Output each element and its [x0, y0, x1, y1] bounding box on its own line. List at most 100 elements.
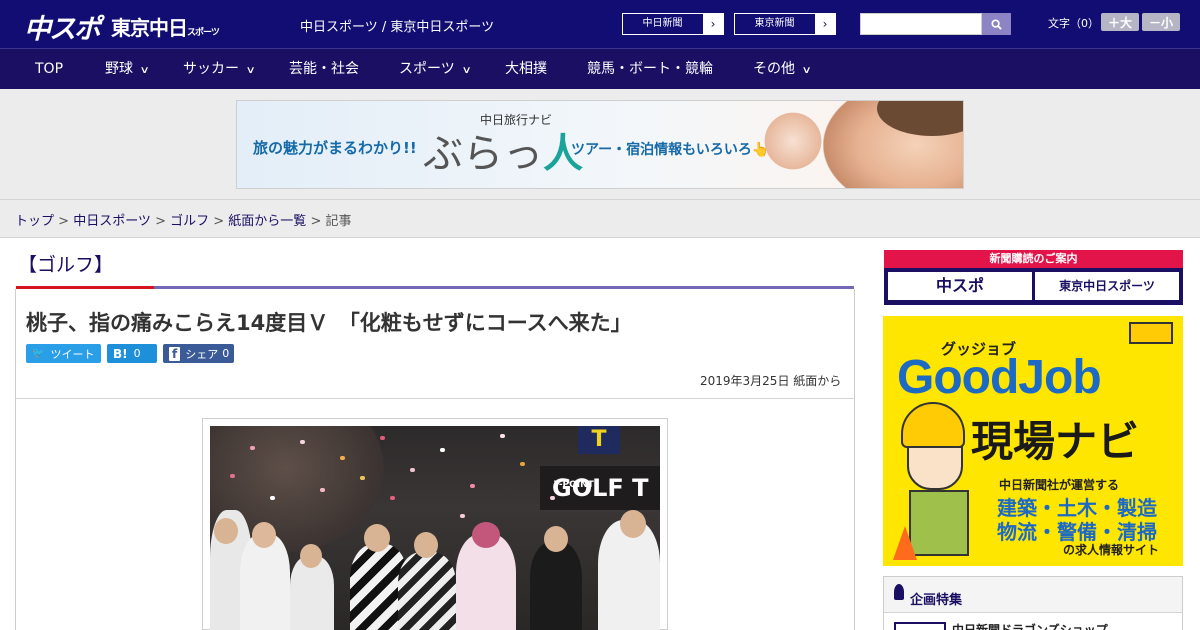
- feature-box: 企画特集 中日新聞ドラゴンズショップ: [883, 576, 1183, 630]
- nav-item-label: TOP: [35, 61, 64, 77]
- goodjob-line1: 中日新聞社が運営する: [999, 478, 1120, 492]
- tweet-button[interactable]: 🐦 ツイート: [26, 344, 101, 363]
- nav-item-label: 競馬・ボート・競輪: [587, 61, 713, 77]
- subscription-header: 新聞購読のご案内: [884, 250, 1183, 268]
- goodjob-ad[interactable]: グッジョブ GoodJob 現場ナビ 中日新聞社が運営する 建築・土木・製造 物…: [883, 316, 1183, 566]
- nav-item-label: サッカー: [183, 61, 239, 77]
- main-nav: TOP 野球 ∨ サッカー ∨ 芸能・社会 スポーツ ∨ 大相撲 競馬・ボート・競輪 …: [0, 48, 1200, 89]
- confetti: [520, 462, 525, 466]
- confetti: [320, 488, 325, 492]
- article-divider: [16, 398, 854, 399]
- tpoint-logo: T: [578, 426, 620, 454]
- tweet-label: ツイート: [50, 347, 95, 361]
- traffic-cone-icon: [893, 526, 917, 560]
- breadcrumb-separator: >: [306, 214, 326, 229]
- facebook-share-button[interactable]: f シェア 0: [163, 344, 234, 363]
- nav-item-label: 大相撲: [505, 61, 547, 77]
- breadcrumb-separator: >: [54, 214, 74, 229]
- tokyo-shimbun-link[interactable]: 東京新聞 ›: [734, 13, 836, 35]
- breadcrumb-divider: [0, 237, 1200, 238]
- tournament-banner: T-POINT GOLF T: [540, 466, 660, 510]
- article-source: 紙面から: [793, 374, 842, 388]
- goodjob-footer: の求人情報サイト: [1063, 543, 1160, 557]
- person-head: [300, 544, 322, 568]
- person-head: [214, 518, 238, 544]
- nav-item-other[interactable]: その他 ∨: [753, 49, 812, 90]
- tokyo-chunichi-logo[interactable]: 東京中日スポーツ: [111, 12, 220, 41]
- truck-icon: [1129, 322, 1173, 344]
- nav-item-entertainment[interactable]: 芸能・社会: [289, 49, 359, 90]
- hatena-icon: B!: [113, 346, 128, 361]
- top-header: 中スポ 東京中日スポーツ 中日スポーツ / 東京中日スポーツ 中日新聞 › 東京…: [0, 0, 1200, 48]
- confetti: [460, 514, 465, 518]
- ad-logo: ぶらっ人: [423, 121, 583, 179]
- breadcrumb-separator: >: [150, 214, 171, 229]
- subscribe-chusupo[interactable]: 中スポ: [888, 272, 1032, 300]
- twitter-icon: 🐦: [32, 348, 45, 359]
- nav-item-label: その他: [753, 61, 795, 77]
- facebook-share-count: 0: [222, 347, 230, 360]
- breadcrumb-golf[interactable]: ゴルフ: [170, 214, 209, 229]
- chevron-down-icon: ∨: [139, 65, 150, 76]
- subscribe-tokyo-chunichi[interactable]: 東京中日スポーツ: [1035, 272, 1179, 300]
- breadcrumb-separator: >: [209, 214, 229, 229]
- tokyo-chunichi-logo-small: スポーツ: [187, 28, 220, 38]
- chevron-right-icon: ›: [822, 17, 828, 31]
- chevron-right-icon: ›: [710, 17, 716, 31]
- goodjob-title: GoodJob: [897, 351, 1102, 404]
- confetti: [410, 468, 415, 472]
- nav-item-baseball[interactable]: 野球 ∨: [105, 49, 150, 90]
- person-figure: [456, 534, 516, 630]
- nav-item-top[interactable]: TOP: [35, 49, 63, 90]
- font-larger-button[interactable]: ＋大: [1101, 13, 1139, 31]
- confetti: [380, 436, 385, 440]
- hatena-bookmark-button[interactable]: B! 0: [107, 344, 157, 363]
- breadcrumb-top[interactable]: トップ: [15, 214, 54, 229]
- confetti: [390, 496, 395, 500]
- article-date: 2019年3月25日: [700, 374, 790, 388]
- confetti: [550, 496, 555, 500]
- breadcrumb-chunichi-sports[interactable]: 中日スポーツ: [73, 214, 151, 229]
- nav-item-sports[interactable]: スポーツ ∨: [399, 49, 472, 90]
- ad-logo-text: ぶらっ: [423, 131, 543, 177]
- confetti: [340, 456, 345, 460]
- feature-title: 企画特集: [910, 593, 963, 608]
- nav-item-label: スポーツ: [399, 61, 455, 77]
- feature-item[interactable]: 中日新聞ドラゴンズショップ: [952, 621, 1108, 630]
- article-photo[interactable]: T T-POINT GOLF T: [210, 426, 660, 630]
- person-head: [252, 522, 276, 548]
- confetti: [470, 484, 475, 488]
- person-figure: [398, 552, 456, 630]
- hatena-count: 0: [133, 347, 141, 360]
- font-smaller-button[interactable]: －小: [1142, 13, 1180, 31]
- facebook-icon: f: [169, 346, 181, 361]
- search-button[interactable]: [982, 13, 1011, 35]
- worker-face-icon: [907, 446, 963, 490]
- chevron-down-icon: ∨: [461, 65, 472, 76]
- person-figure: [530, 542, 582, 630]
- breadcrumb: トップ > 中日スポーツ > ゴルフ > 紙面から一覧 > 記事: [15, 210, 352, 229]
- person-head: [472, 522, 500, 548]
- ad-left-text: 旅の魅力がまるわかり!!: [253, 139, 417, 157]
- nav-item-racing[interactable]: 競馬・ボート・競輪: [587, 49, 713, 90]
- chunichi-shimbun-link[interactable]: 中日新聞 ›: [622, 13, 724, 35]
- worker-body-icon: [909, 490, 969, 556]
- site-name: 中日スポーツ / 東京中日スポーツ: [300, 20, 495, 35]
- goodjob-main-text: 現場ナビ: [971, 417, 1140, 466]
- pin-icon: [894, 584, 904, 600]
- chevron-down-icon: ∨: [245, 65, 256, 76]
- nav-item-soccer[interactable]: サッカー ∨: [183, 49, 256, 90]
- breadcrumb-print-list[interactable]: 紙面から一覧: [228, 214, 306, 229]
- ad-zone: 旅の魅力がまるわかり!! 中日旅行ナビ ぶらっ人 ツアー・宿泊情報もいろいろ👆: [0, 89, 1200, 200]
- nav-item-sumo[interactable]: 大相撲: [505, 49, 547, 90]
- search-input[interactable]: [860, 13, 982, 35]
- subscription-banner[interactable]: 新聞購読のご案内 中スポ 東京中日スポーツ: [884, 250, 1183, 305]
- chunichi-sports-logo[interactable]: 中スポ: [24, 7, 101, 46]
- chunichi-shimbun-link-label: 中日新聞: [623, 14, 703, 34]
- confetti: [250, 446, 255, 450]
- section-title: 【ゴルフ】: [18, 254, 114, 276]
- helmet-icon: [901, 402, 965, 448]
- travel-ad-banner[interactable]: 旅の魅力がまるわかり!! 中日旅行ナビ ぶらっ人 ツアー・宿泊情報もいろいろ👆: [236, 100, 964, 189]
- feature-thumbnail[interactable]: [894, 622, 946, 630]
- person-head: [544, 526, 568, 552]
